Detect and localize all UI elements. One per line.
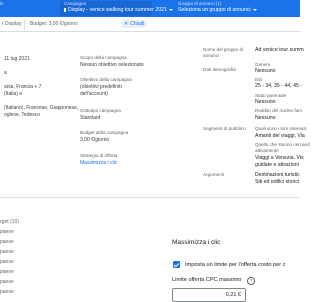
max-cpc-limit-checkbox[interactable]	[173, 261, 180, 268]
campaign-objective-value: (obiettivi predefiniti	[80, 84, 122, 90]
start-date: 11 lug 2021	[4, 56, 30, 62]
languages-value: (Italiano), Francese, Giapponese,	[4, 105, 79, 111]
research-value: Viaggi a Venezia, Vis	[255, 155, 304, 161]
campaign-selector[interactable]: Campagna Display - venice walking tour s…	[60, 1, 173, 16]
section-divider	[0, 197, 300, 198]
campaign-subtype-value: Standard	[80, 115, 101, 121]
bid-strategy-label: Strategia di offerta	[80, 153, 118, 158]
research-value-cont: guidate e attrazioni	[255, 162, 299, 168]
locations-value: ania, Francia + 7	[4, 84, 42, 90]
list-item[interactable]: paese	[0, 269, 14, 275]
gender-value: Nessuno	[255, 68, 276, 74]
topbar-left-segment[interactable]: le	[0, 1, 4, 7]
topics-value-cont: Siti ed edifici storici	[255, 179, 300, 185]
campaign-summary-bar: r Display Budget: 3,00 €/giorno ✕ Chiudi	[0, 17, 300, 32]
topics-value: Destinazioni turistic	[255, 172, 300, 178]
close-button-label: Chiudi	[130, 21, 145, 27]
campaign-objective-label: Obiettivo della campagna	[80, 77, 132, 82]
list-item[interactable]: paese	[0, 229, 14, 235]
display-campaign-icon	[64, 8, 66, 12]
parental-status-value: Nessuno	[255, 99, 276, 105]
campaign-type-label: r Display	[2, 21, 22, 27]
divider	[24, 19, 25, 29]
campaign-budget-value: 3,00 €/giorno	[80, 137, 110, 143]
demographics-label: Dati demografici	[203, 67, 237, 72]
ad-group-selector-value: Seleziona un gruppo di annunci	[178, 7, 251, 13]
topbar-left-label: le	[0, 1, 4, 6]
bid-strategy-link[interactable]: Massimizza i clic	[80, 160, 117, 166]
max-cpc-label: Limite offerta CPC massimo	[172, 277, 242, 283]
campaign-goal-value: Nessun obiettivo selezionato	[80, 62, 144, 68]
left-line-2: a	[4, 70, 7, 76]
campaign-goal-label: Scopo della campagna	[80, 55, 127, 60]
chevron-down-icon	[168, 9, 173, 11]
topics-label: Argomenti	[203, 172, 224, 177]
campaign-subtype-label: Sottotipo campagna	[80, 108, 121, 113]
close-icon: ✕	[124, 21, 129, 27]
max-cpc-limit-checkbox-label: Imposta un limite per l'offerta costo pe…	[185, 262, 286, 268]
location-option: (Italia) e	[4, 91, 23, 97]
household-income-value: Nessuno	[255, 115, 276, 121]
campaign-budget-label: Budget della campagna	[80, 130, 129, 135]
max-cpc-input-value: 0,21 €	[225, 292, 241, 298]
budget-summary: Budget: 3,00 €/giorno	[30, 21, 78, 27]
close-button[interactable]: ✕ Chiudi	[121, 20, 148, 28]
interests-label: Quali sono i loro interessi	[255, 126, 307, 131]
list-item[interactable]: paese	[0, 239, 14, 245]
targeting-list-header: rget (10)	[0, 219, 19, 225]
help-icon[interactable]: ?	[247, 277, 255, 285]
top-navigation-bar: le Campagna Display - venice walking tou…	[0, 0, 300, 17]
interests-value: Amanti del viaggi, Via	[255, 133, 305, 139]
household-income-label: Reddito del nucleo fam	[255, 108, 302, 113]
age-value: 25 - 34, 35 - 44, 45 -	[255, 83, 303, 89]
list-item[interactable]: paese	[0, 279, 14, 285]
list-item[interactable]: paese	[0, 289, 14, 295]
chevron-down-icon	[252, 9, 257, 11]
campaign-selector-value: Display - venice walking tour summer 202…	[68, 7, 167, 13]
languages-value-cont: oglese, Tedesco	[4, 112, 41, 118]
campaign-objective-value-cont: dell'account)	[80, 91, 108, 97]
ad-group-name-label-cont: annunci	[203, 53, 220, 58]
ad-group-selector[interactable]: Gruppo di annunci (1) Seleziona un grupp…	[178, 1, 257, 13]
research-label-cont: attivamente	[255, 148, 279, 153]
list-item[interactable]: paese	[0, 249, 14, 255]
list-item[interactable]: paese	[0, 259, 14, 265]
bid-strategy-title: Massimizza i clic	[172, 239, 221, 246]
audience-segments-label: Segmenti di pubblico	[203, 126, 246, 131]
ad-group-name-value: Ad venice tour summ	[255, 47, 304, 53]
